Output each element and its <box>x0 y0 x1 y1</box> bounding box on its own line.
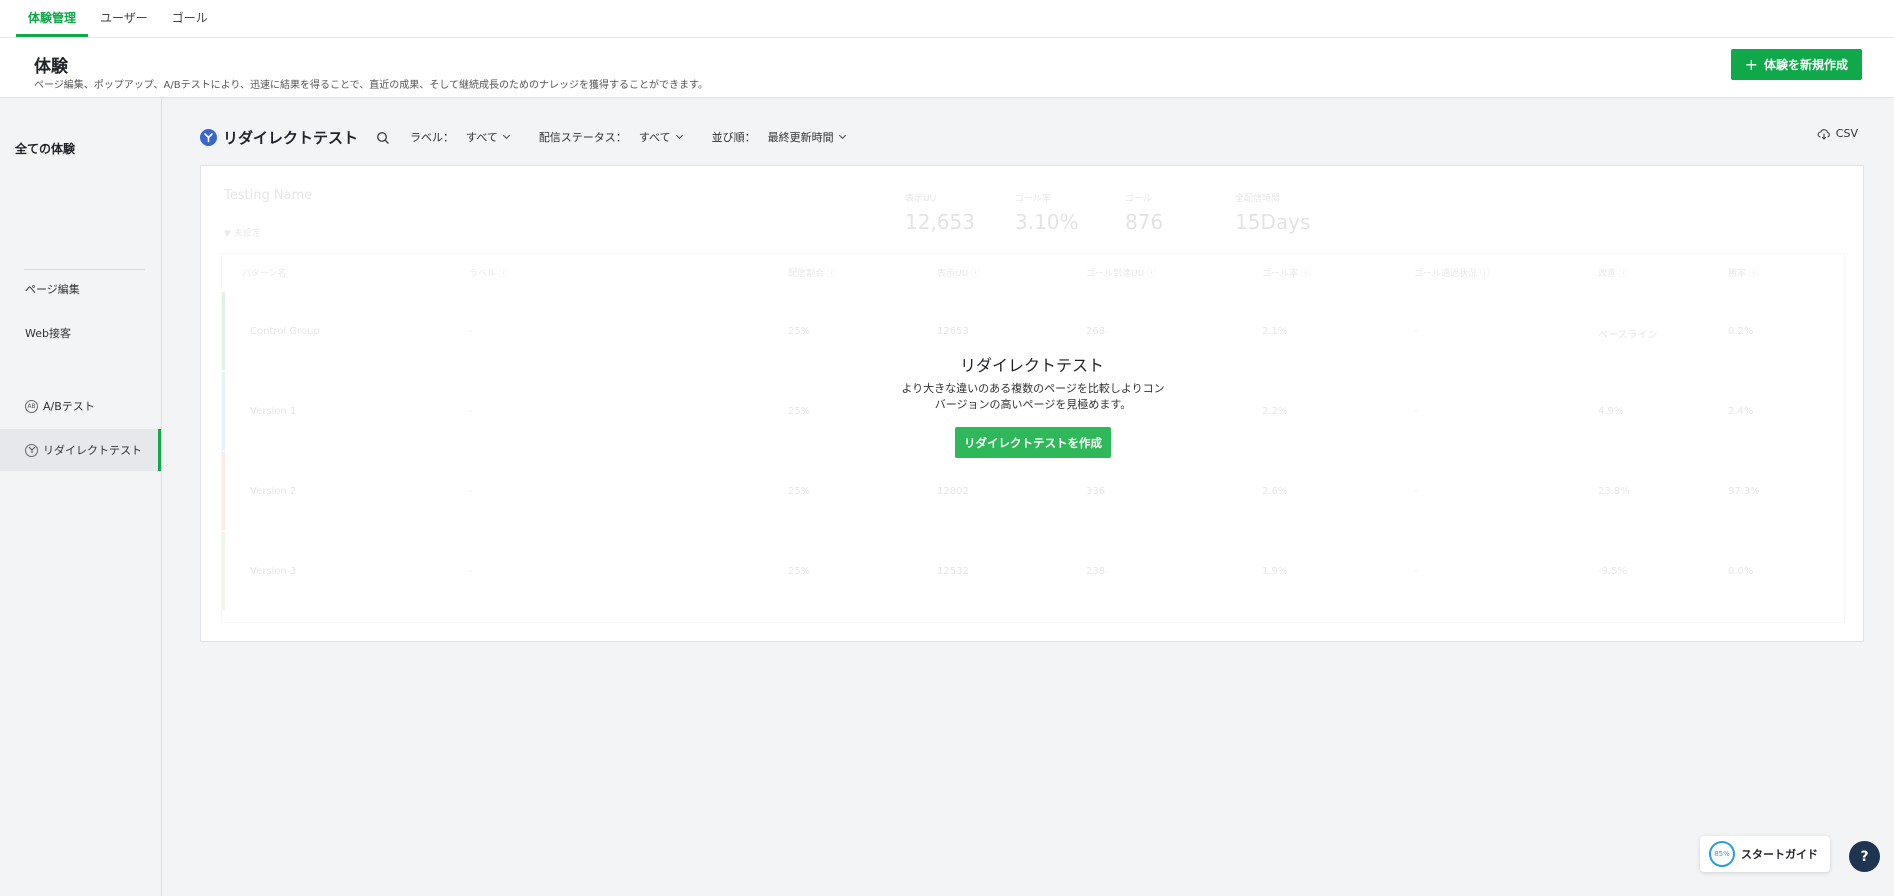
create-experience-label: 体験を新規作成 <box>1763 58 1848 72</box>
plus-icon: + <box>1744 54 1758 74</box>
filter-bar: リダイレクトテスト ラベル： すべて 配信ステータス： すべて 並び順： 最終更… <box>200 124 875 150</box>
csv-download-button[interactable]: CSV <box>1817 127 1858 140</box>
sidebar-section-title[interactable]: 全ての体験 <box>15 140 75 157</box>
top-nav: 体験管理 ユーザー ゴール <box>0 0 1894 38</box>
empty-state: リダイレクトテスト より大きな違いのある複数のページを比較しよりコンバージョンの… <box>201 166 1863 641</box>
label-filter-select[interactable]: すべて <box>466 129 510 145</box>
status-filter-label: 配信ステータス： <box>538 131 627 144</box>
sidebar: 全ての体験 ページ編集 Web接客 AB A/Bテスト リダイレクトテスト <box>0 98 162 896</box>
sidebar-item-ab-test[interactable]: AB A/Bテスト <box>0 385 161 427</box>
sidebar-item-page-edit[interactable]: ページ編集 <box>0 268 161 310</box>
start-guide-button[interactable]: 85% スタートガイド <box>1700 836 1830 872</box>
sidebar-item-label: A/Bテスト <box>43 400 95 413</box>
page-title: 体験 <box>34 57 68 77</box>
sort-select[interactable]: 最終更新時間 <box>767 129 846 145</box>
help-button[interactable]: ? <box>1849 841 1880 872</box>
search-icon[interactable] <box>376 130 390 144</box>
experience-card: Testing Name ▼ 未設定 表示UU 12,653 ゴール率 3.10… <box>200 165 1864 642</box>
chevron-down-icon <box>838 131 846 140</box>
chevron-down-icon <box>675 131 683 140</box>
empty-state-title: リダイレクトテスト <box>959 356 1104 375</box>
label-filter-value: すべて <box>466 131 498 144</box>
label-filter-label: ラベル： <box>410 131 455 144</box>
tab-users[interactable]: ユーザー <box>88 0 160 37</box>
progress-ring-icon: 85% <box>1709 841 1735 867</box>
sidebar-item-label: リダイレクトテスト <box>43 444 142 457</box>
sidebar-item-label: Web接客 <box>25 327 71 340</box>
sort-value: 最終更新時間 <box>767 131 834 144</box>
redirect-icon <box>25 443 38 457</box>
csv-label: CSV <box>1835 127 1858 140</box>
sort-label: 並び順： <box>711 131 756 144</box>
status-filter-value: すべて <box>638 131 671 144</box>
sidebar-item-web-engagement[interactable]: Web接客 <box>0 312 161 354</box>
ab-icon: AB <box>25 399 38 413</box>
redirect-type-icon <box>200 128 217 146</box>
sidebar-item-redirect-test[interactable]: リダイレクトテスト <box>0 429 161 471</box>
page-header: 体験 ページ編集、ポップアップ、A/Bテストにより、迅速に結果を得ることで、直近… <box>0 38 1894 98</box>
page-description: ページ編集、ポップアップ、A/Bテストにより、迅速に結果を得ることで、直近の成果… <box>34 80 708 91</box>
create-redirect-test-button[interactable]: リダイレクトテストを作成 <box>955 427 1111 458</box>
chevron-down-icon <box>502 131 510 140</box>
create-experience-button[interactable]: + 体験を新規作成 <box>1730 49 1862 80</box>
experience-type-title: リダイレクトテスト <box>223 128 359 147</box>
tab-goals[interactable]: ゴール <box>160 0 220 37</box>
tab-experience-management[interactable]: 体験管理 <box>16 0 89 37</box>
start-guide-label: スタートガイド <box>1741 848 1818 861</box>
sidebar-divider-line <box>24 269 145 270</box>
sidebar-item-label: ページ編集 <box>25 283 80 296</box>
empty-state-description: より大きな違いのある複数のページを比較しよりコンバージョンの高いページを見極めま… <box>901 382 1165 411</box>
cloud-download-icon <box>1817 128 1830 140</box>
status-filter-select[interactable]: すべて <box>638 129 683 145</box>
